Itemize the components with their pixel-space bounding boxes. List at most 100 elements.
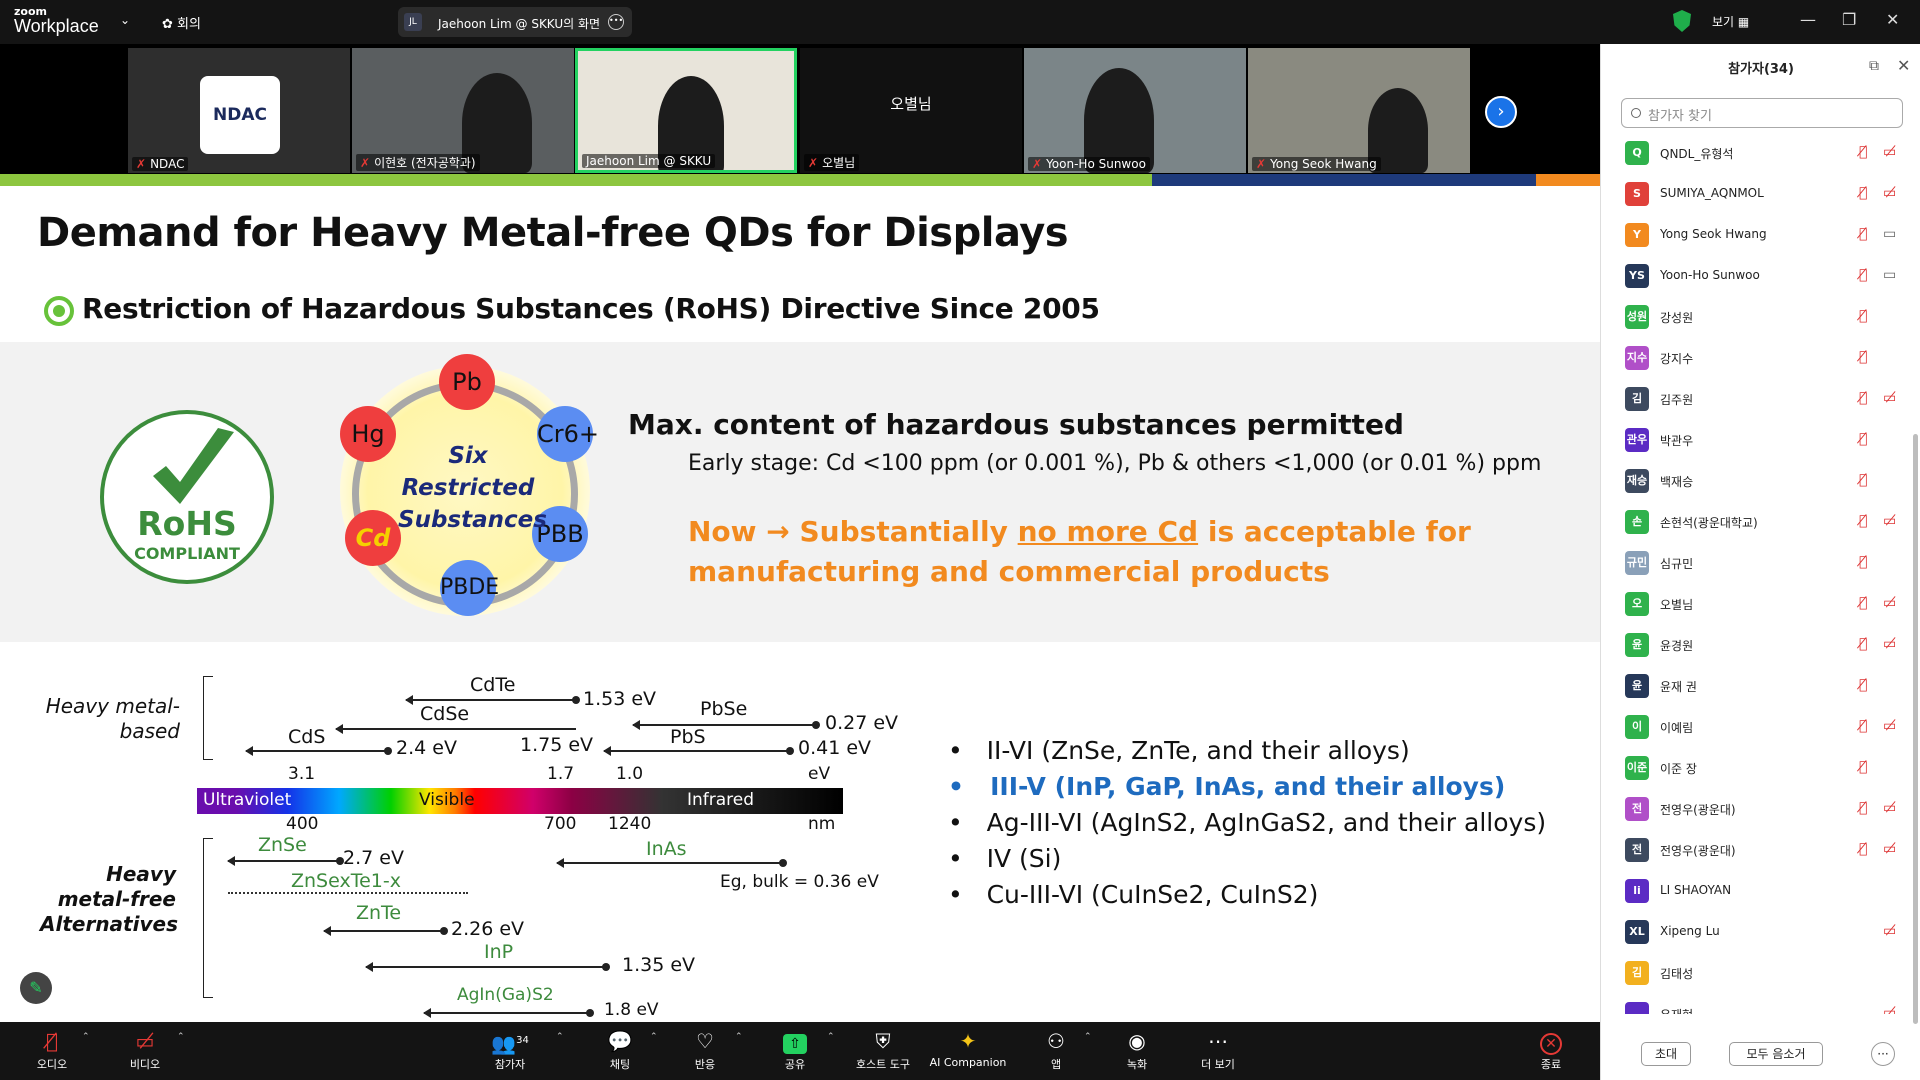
participant-row[interactable]: li LI SHAOYAN	[1625, 874, 1911, 908]
mic-muted-icon[interactable]: 🎙̸	[1859, 308, 1867, 324]
video-off-icon[interactable]: ▭̸	[1883, 800, 1896, 816]
video-tile-ndac[interactable]: NDAC ✗ NDAC	[128, 48, 350, 173]
apps-button[interactable]: ⚇ 앱 ⌃	[1016, 1028, 1096, 1072]
scrollbar[interactable]	[1913, 434, 1918, 1024]
participant-row[interactable]: 성원 강성원 🎙̸	[1625, 300, 1911, 334]
participant-row[interactable]: 규민 심규민 🎙̸	[1625, 546, 1911, 580]
popout-icon[interactable]: ⧉	[1869, 58, 1879, 74]
participant-row[interactable]: 전 전영우(광운대) 🎙̸ ▭̸	[1625, 833, 1911, 867]
participant-row[interactable]: Y Yong Seok Hwang 🎙̸ ▭	[1625, 218, 1911, 252]
invite-button[interactable]: 초대	[1641, 1042, 1691, 1066]
video-off-icon[interactable]: ▭̸	[1883, 185, 1896, 201]
participant-row[interactable]: 김 김태성	[1625, 956, 1911, 990]
mic-muted-icon[interactable]: 🎙̸	[1859, 185, 1867, 201]
ai-companion-button[interactable]: ✦ AI Companion	[928, 1028, 1008, 1069]
chevron-up-icon[interactable]: ⌃	[82, 1032, 90, 1042]
video-tile-no-video[interactable]: 오별님 ✗ 오별님	[800, 48, 1022, 173]
mute-all-button[interactable]: 모두 음소거	[1729, 1042, 1823, 1066]
meeting-menu[interactable]: ✿ 회의	[162, 13, 201, 32]
participant-name: Yong Seok Hwang	[1660, 227, 1767, 241]
heavy-metal-label: Heavy metal-based	[45, 694, 180, 743]
mic-muted-icon[interactable]: 🎙̸	[1859, 226, 1867, 242]
minimize-icon[interactable]: —	[1800, 10, 1816, 29]
view-menu[interactable]: 보기 ▦	[1712, 13, 1749, 30]
more-button[interactable]: ⋯ 더 보기	[1178, 1028, 1258, 1072]
mic-muted-icon[interactable]: 🎙̸	[1859, 267, 1867, 283]
restore-icon[interactable]: ❐	[1842, 10, 1856, 29]
mic-muted-icon[interactable]: 🎙̸	[1859, 513, 1867, 529]
participants-button[interactable]: 👥34 참가자 ⌃	[470, 1028, 563, 1072]
more-icon[interactable]: •••	[608, 14, 624, 30]
avatar: XL	[1625, 920, 1649, 944]
video-off-icon[interactable]: ▭̸	[1883, 636, 1896, 652]
chevron-up-icon[interactable]: ⌃	[827, 1032, 835, 1042]
video-off-icon[interactable]: ▭̸	[1883, 144, 1896, 160]
chevron-up-icon[interactable]: ⌃	[556, 1032, 564, 1042]
participant-row[interactable]: 관우 박관우 🎙̸	[1625, 423, 1911, 457]
video-off-icon[interactable]: ▭̸	[1883, 718, 1896, 734]
close-panel-icon[interactable]: ✕	[1897, 56, 1910, 75]
video-tile-participant[interactable]: ✗ Yoon-Ho Sunwoo	[1024, 48, 1246, 173]
video-on-icon[interactable]: ▭	[1883, 267, 1896, 283]
participant-row[interactable]: S SUMIYA_AQNMOL 🎙̸ ▭̸	[1625, 177, 1911, 211]
avatar: Q	[1625, 141, 1649, 165]
participant-row[interactable]: YS Yoon-Ho Sunwoo 🎙̸ ▭	[1625, 259, 1911, 293]
mic-muted-icon[interactable]: 🎙̸	[1859, 841, 1867, 857]
video-off-icon[interactable]: ▭̸	[1883, 595, 1896, 611]
react-button[interactable]: ♡ 반응 ⌃	[665, 1028, 745, 1072]
video-off-icon[interactable]: ▭̸	[1883, 923, 1896, 939]
video-on-icon[interactable]: ▭	[1883, 226, 1896, 242]
mic-muted-icon[interactable]: 🎙̸	[1859, 554, 1867, 570]
participant-row[interactable]: 전 전영우(광운대) 🎙̸ ▭̸	[1625, 792, 1911, 826]
mic-muted-icon[interactable]: 🎙̸	[1859, 718, 1867, 734]
screen-share-pill[interactable]: JL Jaehoon Lim @ SKKU의 화면 •••	[398, 7, 632, 37]
record-button[interactable]: ◉ 녹화	[1097, 1028, 1177, 1072]
participant-row[interactable]: 윤 윤재 권 🎙̸	[1625, 669, 1911, 703]
participant-row[interactable]: 이준 이준 장 🎙̸	[1625, 751, 1911, 785]
next-page-arrow-icon[interactable]: ›	[1485, 96, 1517, 128]
participant-row[interactable]: 김 김주원 🎙̸ ▭̸	[1625, 382, 1911, 416]
host-tools-button[interactable]: ⛨ 호스트 도구	[843, 1028, 923, 1072]
mic-muted-icon[interactable]: 🎙̸	[1859, 390, 1867, 406]
mic-muted-icon[interactable]: 🎙̸	[1859, 800, 1867, 816]
participant-row[interactable]: 이 이예림 🎙̸ ▭̸	[1625, 710, 1911, 744]
audio-button[interactable]: 🎙̸ 오디오 ⌃	[12, 1028, 92, 1072]
mic-muted-icon[interactable]: 🎙̸	[1859, 759, 1867, 775]
chevron-up-icon[interactable]: ⌃	[1084, 1032, 1092, 1042]
video-tile-participant[interactable]: ✗ 이현호 (전자공학과)	[352, 48, 574, 173]
chevron-up-icon[interactable]: ⌃	[650, 1032, 658, 1042]
more-options-button[interactable]: ···	[1871, 1042, 1895, 1066]
mic-muted-icon[interactable]: 🎙̸	[1859, 472, 1867, 488]
participant-row[interactable]: XL Xipeng Lu ▭̸	[1625, 915, 1911, 949]
mic-muted-icon[interactable]: 🎙̸	[1859, 677, 1867, 693]
participant-row[interactable]: 손 손현석(광운대학교) 🎙̸ ▭̸	[1625, 505, 1911, 539]
video-off-icon[interactable]: ▭̸	[1883, 513, 1896, 529]
video-off-icon[interactable]: ▭̸	[1883, 841, 1896, 857]
video-off-icon[interactable]: ▭̸	[1883, 1005, 1896, 1014]
participant-row[interactable]: 오 오별님 🎙̸ ▭̸	[1625, 587, 1911, 621]
security-shield-icon[interactable]	[1673, 10, 1691, 32]
participant-row[interactable]: 우재현 ▭̸	[1625, 997, 1911, 1014]
chat-button[interactable]: 💬 채팅 ⌃	[580, 1028, 660, 1072]
close-window-icon[interactable]: ✕	[1886, 10, 1899, 29]
mic-muted-icon[interactable]: 🎙̸	[1859, 144, 1867, 160]
video-tile-participant[interactable]: ✗ Yong Seok Hwang	[1248, 48, 1470, 173]
chevron-down-icon[interactable]: ⌄	[120, 13, 130, 27]
end-meeting-button[interactable]: ✕ 종료	[1511, 1028, 1591, 1072]
video-off-icon[interactable]: ▭̸	[1883, 390, 1896, 406]
mic-muted-icon[interactable]: 🎙̸	[1859, 349, 1867, 365]
chevron-up-icon[interactable]: ⌃	[735, 1032, 743, 1042]
mic-muted-icon[interactable]: 🎙̸	[1859, 595, 1867, 611]
participant-row[interactable]: 윤 윤경원 🎙̸ ▭̸	[1625, 628, 1911, 662]
participant-row[interactable]: 지수 강지수 🎙̸	[1625, 341, 1911, 375]
participant-row[interactable]: Q QNDL_유형석 🎙̸ ▭̸	[1625, 136, 1911, 170]
video-button[interactable]: ▭̸ 비디오 ⌃	[105, 1028, 185, 1072]
mic-muted-icon[interactable]: 🎙̸	[1859, 431, 1867, 447]
video-tile-active-speaker[interactable]: Jaehoon Lim @ SKKU	[575, 48, 797, 173]
share-button[interactable]: ⇧ 공유 ⌃	[755, 1028, 835, 1072]
annotate-pencil-icon[interactable]: ✎	[20, 972, 52, 1004]
mic-muted-icon[interactable]: 🎙̸	[1859, 636, 1867, 652]
chevron-up-icon[interactable]: ⌃	[177, 1032, 185, 1042]
participant-search-input[interactable]: 참가자 찾기	[1621, 98, 1903, 128]
participant-row[interactable]: 재승 백재승 🎙̸	[1625, 464, 1911, 498]
